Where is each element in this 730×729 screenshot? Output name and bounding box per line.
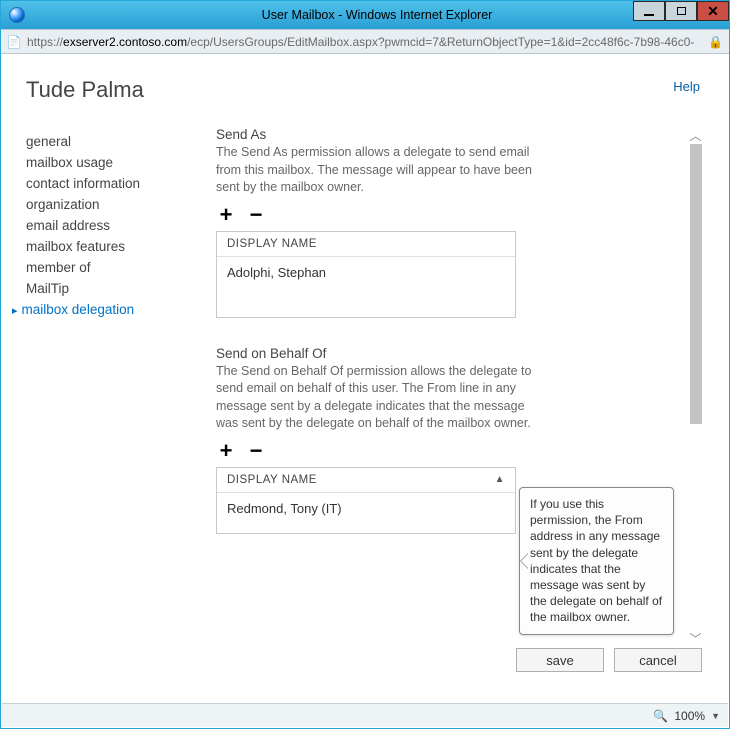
send-as-toolbar: + − — [216, 205, 682, 225]
url-scheme: https:// — [27, 35, 63, 49]
send-on-behalf-body[interactable]: Redmond, Tony (IT) — [217, 493, 515, 533]
send-on-behalf-description: The Send on Behalf Of permission allows … — [216, 363, 546, 433]
send-as-list: DISPLAY NAME Adolphi, Stephan — [216, 231, 516, 318]
zoom-dropdown-icon[interactable]: ▼ — [711, 711, 720, 721]
column-header-display-name: DISPLAY NAME — [227, 474, 317, 486]
page-content: Help Tude Palma general mailbox usage co… — [2, 55, 728, 702]
list-item[interactable]: Adolphi, Stephan — [227, 265, 505, 280]
sidebar-item-mailbox-usage[interactable]: mailbox usage — [26, 152, 196, 173]
sidebar-item-organization[interactable]: organization — [26, 194, 196, 215]
zoom-icon[interactable]: 🔍 — [653, 709, 668, 723]
url-path: /ecp/UsersGroups/EditMailbox.aspx?pwmcid… — [187, 35, 694, 49]
add-icon[interactable]: + — [216, 441, 236, 461]
scroll-thumb[interactable] — [690, 144, 702, 424]
zoom-level: 100% — [674, 709, 705, 723]
send-as-body[interactable]: Adolphi, Stephan — [217, 257, 515, 317]
remove-icon[interactable]: − — [246, 205, 266, 225]
maximize-button[interactable] — [665, 1, 697, 21]
send-on-behalf-header[interactable]: DISPLAY NAME ▲ — [217, 468, 515, 493]
sidebar-item-mailbox-features[interactable]: mailbox features — [26, 236, 196, 257]
scroll-down-icon[interactable]: ﹀ — [687, 630, 704, 647]
sidebar-item-member-of[interactable]: member of — [26, 257, 196, 278]
list-item[interactable]: Redmond, Tony (IT) — [227, 501, 505, 516]
sidebar-item-general[interactable]: general — [26, 131, 196, 152]
cancel-button[interactable]: cancel — [614, 648, 702, 672]
url-field[interactable]: https://exserver2.contoso.com/ecp/UsersG… — [27, 35, 702, 49]
add-icon[interactable]: + — [216, 205, 236, 225]
send-as-description: The Send As permission allows a delegate… — [216, 144, 546, 197]
remove-icon[interactable]: − — [246, 441, 266, 461]
ie-icon — [9, 7, 25, 23]
minimize-button[interactable] — [633, 1, 665, 21]
save-button[interactable]: save — [516, 648, 604, 672]
sidebar-item-mailtip[interactable]: MailTip — [26, 278, 196, 299]
window-controls: ✕ — [633, 1, 729, 21]
send-on-behalf-list: DISPLAY NAME ▲ Redmond, Tony (IT) — [216, 467, 516, 534]
scrollbar: ︿ ﹀ — [687, 127, 704, 647]
sidebar-item-email-address[interactable]: email address — [26, 215, 196, 236]
tooltip-text: If you use this permission, the From add… — [530, 497, 662, 624]
scroll-track[interactable] — [690, 144, 702, 630]
window-title: User Mailbox - Windows Internet Explorer — [25, 8, 729, 22]
title-bar: User Mailbox - Windows Internet Explorer… — [1, 1, 729, 29]
send-as-header[interactable]: DISPLAY NAME — [217, 232, 515, 257]
address-bar: 📄 https://exserver2.contoso.com/ecp/User… — [1, 29, 729, 54]
help-link[interactable]: Help — [673, 79, 700, 94]
footer-buttons: save cancel — [516, 648, 702, 672]
favicon-icon: 📄 — [7, 35, 21, 49]
column-header-display-name: DISPLAY NAME — [227, 238, 317, 250]
main-panel: Send As The Send As permission allows a … — [196, 127, 704, 647]
url-host: exserver2.contoso.com — [63, 35, 187, 49]
close-button[interactable]: ✕ — [697, 1, 729, 21]
browser-window: User Mailbox - Windows Internet Explorer… — [0, 0, 730, 729]
tooltip: If you use this permission, the From add… — [519, 487, 674, 635]
sidebar-item-mailbox-delegation[interactable]: mailbox delegation — [26, 299, 196, 320]
sidebar: general mailbox usage contact informatio… — [26, 127, 196, 647]
page-title: Tude Palma — [26, 77, 704, 103]
scroll-up-icon[interactable]: ︿ — [687, 127, 704, 144]
status-bar: 🔍 100% ▼ — [2, 703, 728, 727]
send-on-behalf-toolbar: + − — [216, 441, 682, 461]
lock-icon: 🔒 — [708, 35, 723, 49]
send-as-title: Send As — [216, 127, 682, 142]
send-on-behalf-title: Send on Behalf Of — [216, 346, 682, 361]
sidebar-item-contact-information[interactable]: contact information — [26, 173, 196, 194]
body-grid: general mailbox usage contact informatio… — [26, 127, 704, 647]
sort-ascending-icon[interactable]: ▲ — [495, 474, 505, 486]
